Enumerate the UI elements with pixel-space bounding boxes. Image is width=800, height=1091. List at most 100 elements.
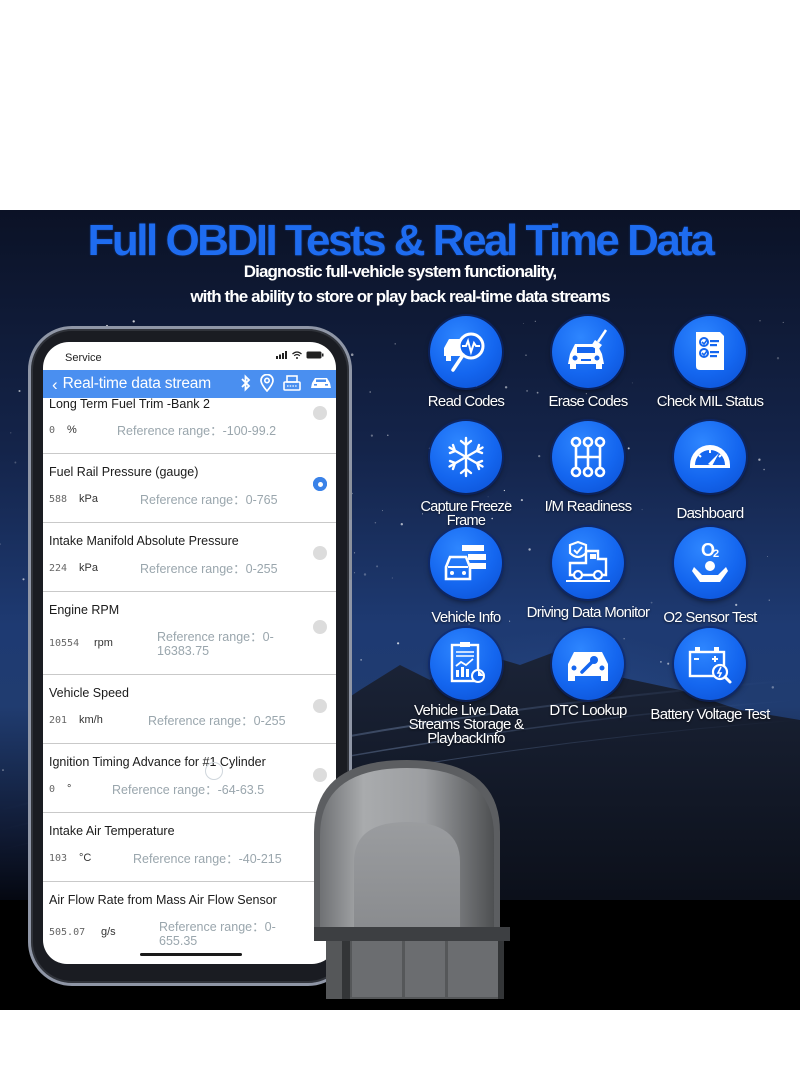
data-stream-list: Long Term Fuel Trim -Bank 2 0 % Referenc… [43,397,336,962]
feature-label: DTC Lookup [549,702,627,719]
feature-erase-codes: Erase Codes [523,316,653,409]
data-stream-row[interactable]: Engine RPM 10554 rpm Reference range：0-1… [43,592,336,675]
parameter-unit: kPa [79,562,98,574]
wifi-icon [292,351,302,359]
row-radio-unselected[interactable] [313,620,327,634]
car-diagnostic-magnifier-icon [444,332,485,372]
feature-capture-freeze-frame: Capture Freeze Frame [401,421,531,528]
data-stream-row[interactable]: Ignition Timing Advance for #1 Cylinder … [43,744,336,813]
feature-label: Read Codes [427,393,505,410]
obd-connector-icon[interactable] [283,375,301,391]
car-info-icon [444,545,486,581]
data-stream-row[interactable]: Vehicle Speed 201 km/h Reference range：0… [43,675,336,744]
parameter-value: 0 [49,425,56,436]
parameter-name: Air Flow Rate from Mass Air Flow Sensor [49,893,277,907]
parameter-unit: kPa [79,493,98,505]
data-stream-row[interactable]: Intake Manifold Absolute Pressure 224 kP… [43,523,336,592]
svg-text:2: 2 [713,548,719,560]
subheadline-line-2: with the ability to store or play back r… [190,287,610,306]
home-indicator[interactable] [140,953,242,956]
parameter-name: Vehicle Speed [49,686,129,700]
feature-label: Vehicle Live Data Streams Storage & Play… [408,702,525,747]
phone-side-button [349,470,352,520]
touch-indicator [205,762,223,780]
parameter-unit: % [67,424,77,436]
car-broom-icon [568,329,608,369]
reference-range: Reference range：0-255 [140,562,278,576]
data-stream-row[interactable]: Air Flow Rate from Mass Air Flow Sensor … [43,882,336,962]
back-button[interactable]: ‹ [52,376,58,393]
feature-driving-data-monitor: Driving Data Monitor [523,527,653,620]
car-icon[interactable] [310,376,332,390]
feature-label: Erase Codes [548,393,628,410]
speedometer-icon [690,445,730,468]
subheadline-line-1: Diagnostic full-vehicle system functiona… [243,262,557,281]
obd-scanner-device [314,760,510,999]
reference-range: Reference range：-64-63.5 [112,783,265,797]
parameter-unit: °C [79,852,92,864]
feature-dtc-lookup: DTC Lookup [523,628,653,718]
row-radio-unselected[interactable] [313,546,327,560]
reference-range: Reference range：-40-215 [133,852,282,866]
parameter-name: Long Term Fuel Trim -Bank 2 [49,397,210,411]
snowflake-icon [448,436,484,478]
parameter-value: 103 [49,853,68,864]
truck-shield-icon [566,540,610,582]
parameter-name: Engine RPM [49,603,120,617]
reference-range: Reference range：-100-99.2 [117,424,277,438]
parameter-name: Fuel Rail Pressure (gauge) [49,465,199,479]
feature-o2-sensor-test: O 2 O2 Sensor Test [645,527,775,625]
parameter-unit: g/s [101,926,116,938]
battery-search-icon [688,647,732,684]
status-bar: Service [43,342,336,370]
location-pin-icon[interactable] [260,374,274,392]
feature-label: I/M Readiness [544,498,632,515]
parameter-name: Intake Air Temperature [49,824,175,838]
feature-label: O2 Sensor Test [663,609,757,626]
feature-label: Vehicle Info [431,609,501,626]
feature-label: Capture Freeze Frame [420,499,513,529]
checklist-icon [696,332,724,370]
feature-label: Battery Voltage Test [650,706,770,723]
parameter-name: Ignition Timing Advance for #1 Cylinder [49,755,266,769]
parameter-name: Intake Manifold Absolute Pressure [49,534,239,548]
row-radio-selected[interactable] [313,477,327,491]
feature-check-mil-status: Check MIL Status [645,316,775,409]
carrier-label: Service [65,352,102,364]
feature-read-codes: Read Codes [401,316,531,409]
parameter-value: 588 [49,494,68,505]
nav-bar: ‹ Real-time data stream [43,370,336,398]
parameter-unit: rpm [94,637,113,649]
parameter-unit: ° [67,783,72,795]
screen-title: Real-time data stream [62,375,211,392]
gear-shift-icon [570,436,606,478]
parameter-value: 201 [49,715,68,726]
parameter-value: 10554 [49,638,80,649]
phone-side-button [349,530,352,580]
car-wrench-icon [568,652,608,681]
row-radio-unselected[interactable] [313,406,327,420]
reference-range: Reference range：0-255 [148,714,286,728]
row-radio-unselected[interactable] [313,699,327,713]
feature-label: Dashboard [676,505,744,522]
data-stream-row[interactable]: Long Term Fuel Trim -Bank 2 0 % Referenc… [43,397,336,454]
reference-range: Reference range：0-655.35 [159,920,276,948]
parameter-unit: km/h [79,714,103,726]
feature-label: Check MIL Status [656,393,764,410]
feature-im-readiness: I/M Readiness [523,421,653,514]
feature-vehicle-info: Vehicle Info [401,527,531,625]
feature-label: Driving Data Monitor [526,604,650,621]
signal-icon [276,351,287,359]
data-stream-row[interactable]: Intake Air Temperature 103 °C Reference … [43,813,336,882]
parameter-value: 224 [49,563,68,574]
o2-sensor-icon: O 2 [692,540,728,582]
parameter-value: 505.07 [49,927,86,938]
battery-icon [306,351,324,359]
data-stream-row[interactable]: Fuel Rail Pressure (gauge) 588 kPa Refer… [43,454,336,523]
feature-live-data-storage-playback: Vehicle Live Data Streams Storage & Play… [401,628,531,746]
bluetooth-icon[interactable] [241,374,251,392]
reference-range: Reference range：0-765 [140,493,278,507]
feature-battery-voltage-test: Battery Voltage Test [645,628,775,722]
headline: Full OBDII Tests & Real Time Data [87,216,715,265]
feature-dashboard: Dashboard [645,421,775,521]
